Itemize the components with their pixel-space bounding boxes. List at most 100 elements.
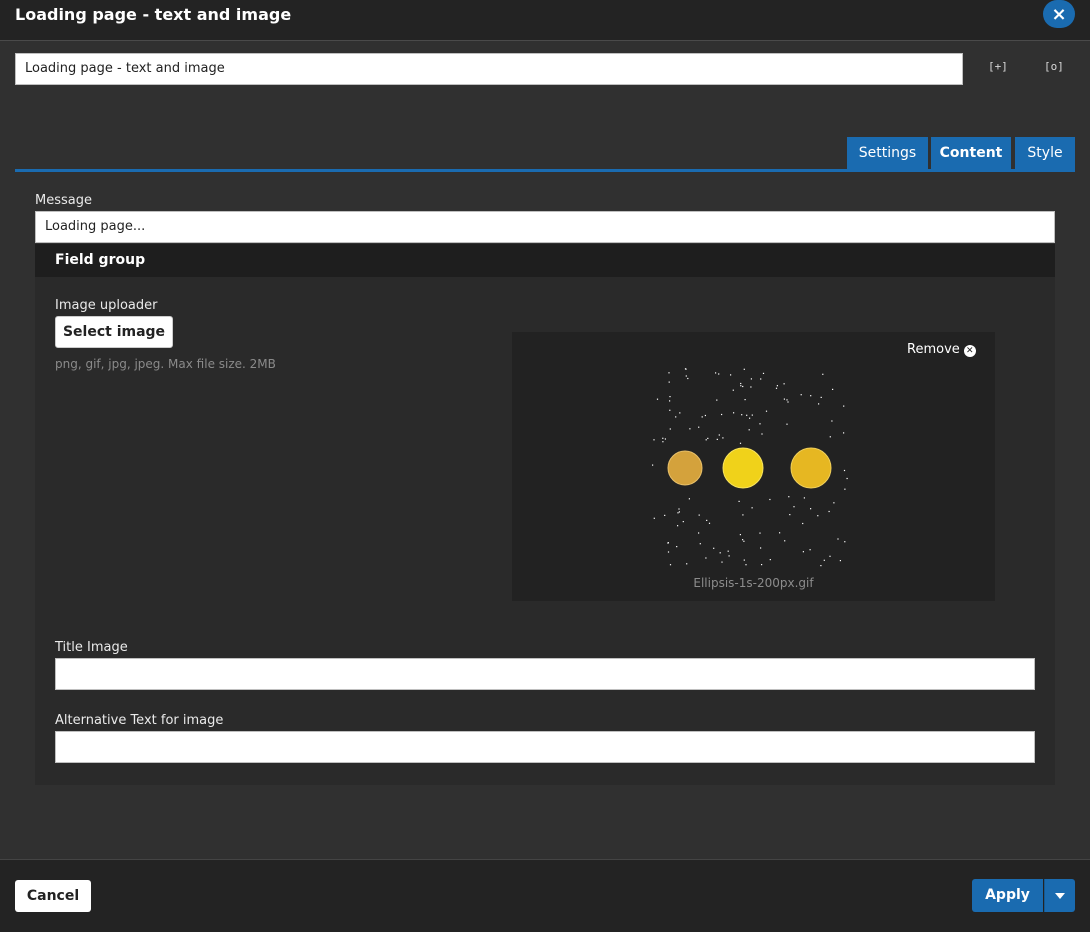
dialog-header: Loading page - text and image bbox=[0, 0, 1090, 41]
speckle bbox=[745, 564, 747, 566]
speckle bbox=[653, 517, 655, 519]
speckle bbox=[786, 399, 788, 401]
speckle bbox=[820, 565, 822, 567]
alt-text-label: Alternative Text for image bbox=[55, 713, 224, 728]
speckle bbox=[701, 416, 703, 418]
speckle bbox=[699, 543, 701, 545]
speckle bbox=[784, 540, 786, 542]
expand-icon[interactable]: [+] bbox=[988, 60, 1008, 73]
speckle bbox=[746, 414, 748, 416]
speckle bbox=[839, 560, 841, 562]
speckle bbox=[783, 383, 785, 385]
element-name-input[interactable]: Loading page - text and image bbox=[15, 53, 963, 85]
speckle bbox=[668, 381, 670, 383]
speckle bbox=[716, 438, 718, 440]
speckle bbox=[727, 550, 729, 552]
speckle bbox=[828, 510, 830, 513]
apply-dropdown-button[interactable] bbox=[1044, 879, 1075, 912]
speckle bbox=[837, 538, 839, 540]
select-image-button[interactable]: Select image bbox=[55, 316, 173, 348]
speckle bbox=[675, 416, 677, 418]
speckle bbox=[704, 414, 706, 417]
speckle bbox=[762, 372, 765, 374]
speckle bbox=[788, 496, 790, 498]
speckle bbox=[685, 368, 687, 370]
preview-icon[interactable]: [o] bbox=[1044, 60, 1064, 73]
speckle bbox=[667, 542, 669, 544]
speckle bbox=[783, 398, 785, 400]
tab-content[interactable]: Content bbox=[931, 137, 1011, 169]
speckle bbox=[832, 388, 834, 390]
speckle bbox=[759, 423, 761, 425]
speckle bbox=[750, 378, 752, 380]
speckle bbox=[706, 519, 708, 521]
speckle bbox=[810, 508, 812, 510]
speckle bbox=[817, 515, 819, 517]
field-group-title: Field group bbox=[55, 252, 146, 268]
speckle bbox=[687, 377, 689, 380]
speckle bbox=[743, 540, 745, 542]
speckle bbox=[669, 396, 671, 398]
speckle bbox=[742, 385, 744, 388]
speckle bbox=[667, 551, 670, 553]
speckle bbox=[677, 525, 679, 527]
ellipsis-dot-1 bbox=[667, 450, 703, 486]
speckle bbox=[810, 395, 812, 397]
speckle bbox=[844, 488, 846, 490]
speckle bbox=[686, 563, 688, 565]
apply-button[interactable]: Apply bbox=[972, 879, 1043, 912]
speckle bbox=[730, 374, 732, 376]
speckle bbox=[721, 561, 723, 563]
tabs-underline bbox=[15, 169, 1075, 172]
tab-style[interactable]: Style bbox=[1015, 137, 1075, 169]
speckle bbox=[713, 547, 715, 549]
speckle bbox=[653, 439, 655, 441]
tab-settings[interactable]: Settings bbox=[847, 137, 928, 169]
speckle bbox=[705, 439, 707, 441]
speckle bbox=[662, 441, 664, 443]
cancel-button[interactable]: Cancel bbox=[15, 880, 91, 912]
speckle bbox=[776, 385, 778, 387]
speckle bbox=[739, 534, 741, 536]
speckle bbox=[829, 555, 831, 557]
speckle bbox=[802, 551, 804, 553]
alt-text-input[interactable] bbox=[55, 731, 1035, 763]
speckle bbox=[664, 514, 666, 516]
speckle bbox=[818, 403, 820, 405]
speckle bbox=[669, 428, 671, 430]
speckle bbox=[728, 555, 730, 557]
speckle bbox=[689, 428, 691, 430]
speckle bbox=[742, 539, 744, 541]
speckle bbox=[678, 511, 680, 513]
file-type-hint: png, gif, jpg, jpeg. Max file size. 2MB bbox=[55, 357, 276, 371]
speckle bbox=[733, 412, 735, 414]
remove-button[interactable]: Remove ✕ bbox=[907, 342, 976, 357]
speckle bbox=[707, 437, 709, 439]
message-input[interactable]: Loading page... bbox=[35, 211, 1055, 243]
speckle bbox=[846, 477, 848, 480]
speckle bbox=[750, 386, 752, 388]
title-image-input[interactable] bbox=[55, 658, 1035, 690]
speckle bbox=[809, 549, 811, 551]
speckle bbox=[669, 564, 672, 566]
speckle bbox=[769, 498, 771, 501]
close-icon[interactable]: × bbox=[1043, 0, 1075, 28]
speckle bbox=[787, 401, 789, 403]
speckle bbox=[744, 399, 746, 401]
remove-icon: ✕ bbox=[963, 345, 976, 357]
speckle bbox=[820, 396, 822, 398]
ellipsis-dot-3 bbox=[790, 447, 832, 489]
speckle bbox=[656, 398, 659, 400]
speckle bbox=[741, 414, 743, 416]
speckle bbox=[843, 405, 845, 407]
dialog-footer bbox=[0, 859, 1090, 932]
speckle bbox=[718, 434, 720, 436]
speckle bbox=[669, 400, 671, 402]
speckle bbox=[722, 437, 724, 439]
speckle bbox=[760, 547, 762, 549]
speckle bbox=[760, 378, 762, 380]
speckle bbox=[844, 541, 846, 543]
remove-label: Remove bbox=[907, 342, 960, 357]
speckle bbox=[803, 497, 805, 499]
speckle bbox=[739, 442, 742, 444]
